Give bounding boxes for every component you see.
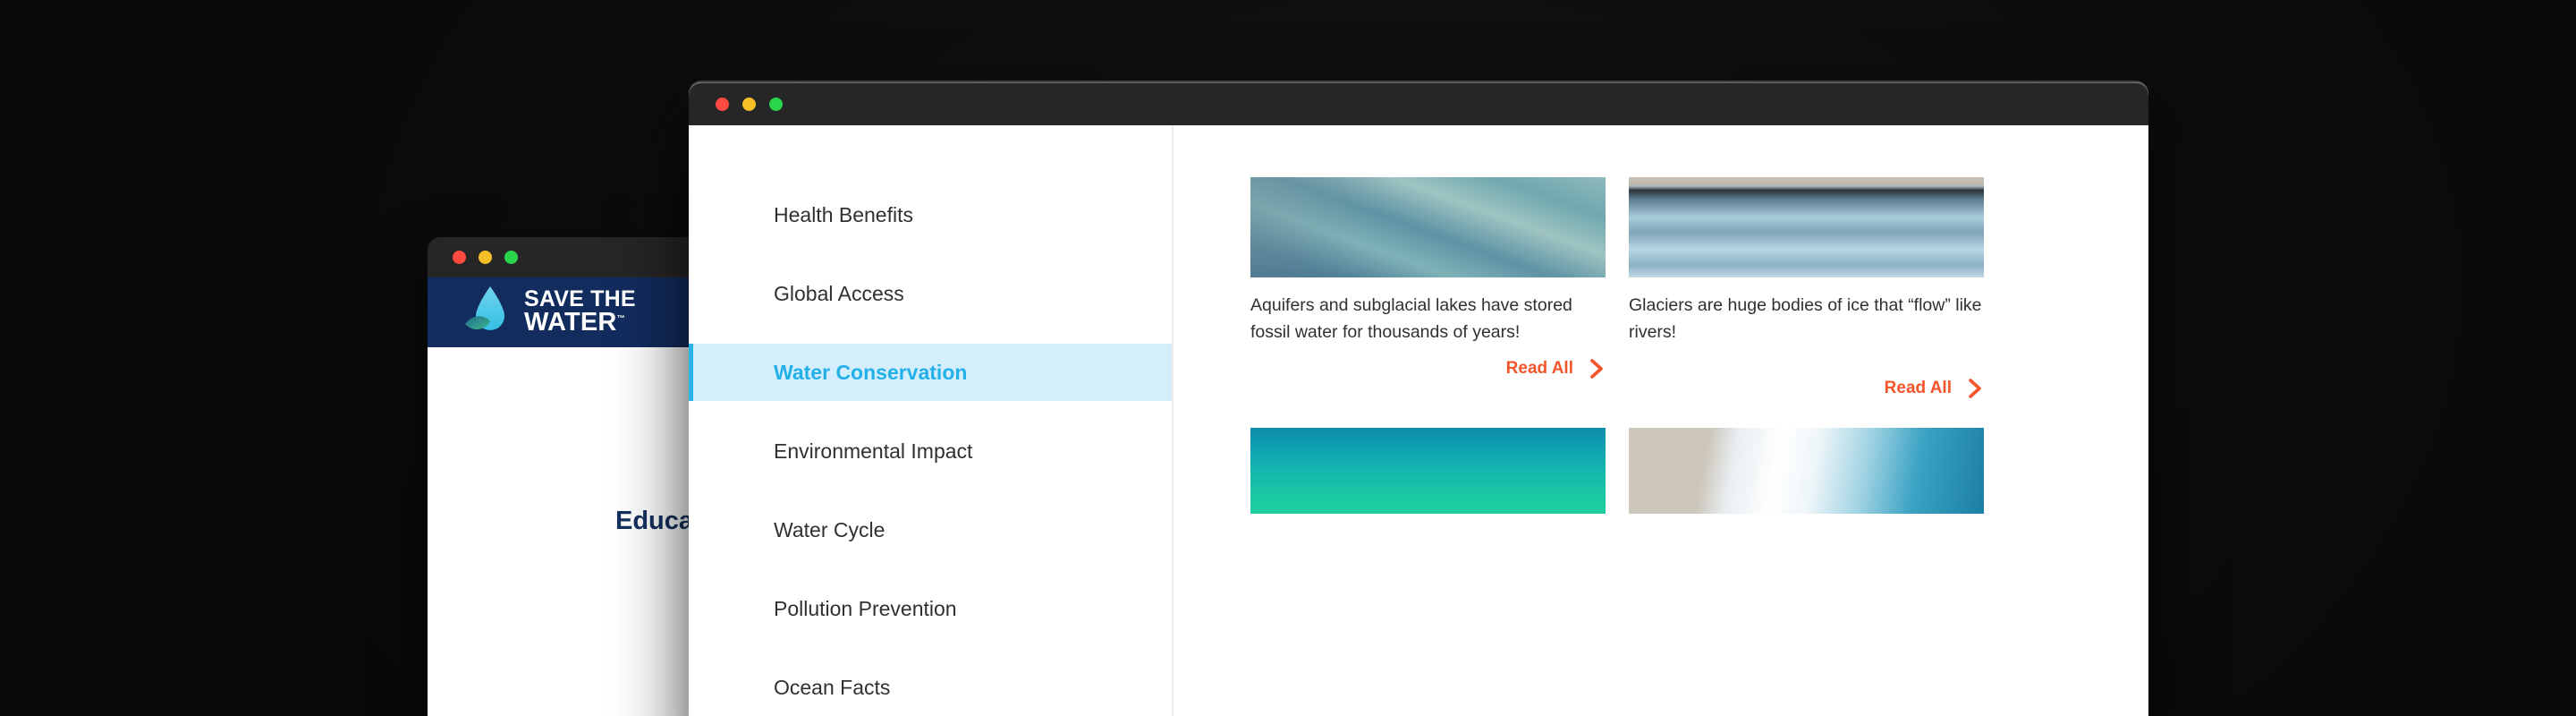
foreground-window-titlebar	[689, 82, 2148, 125]
article-card[interactable]: Aquifers and subglacial lakes have store…	[1250, 177, 1606, 399]
close-button[interactable]	[716, 98, 729, 111]
ocean-wave-on-sand-beach-photo	[1629, 428, 1984, 515]
read-all-label: Read All	[1505, 359, 1573, 379]
sidebar-item-health-benefits[interactable]: Health Benefits	[689, 195, 1172, 234]
close-button[interactable]	[453, 251, 466, 264]
article-card-area: Aquifers and subglacial lakes have store…	[1174, 125, 2148, 716]
article-card[interactable]: Glaciers are huge bodies of ice that “fl…	[1629, 177, 1984, 399]
card-description: Aquifers and subglacial lakes have store…	[1250, 295, 1572, 342]
article-card[interactable]	[1250, 428, 1606, 515]
sidebar-item-label: Health Benefits	[774, 202, 913, 226]
read-all-link[interactable]: Read All	[1250, 358, 1606, 379]
sidebar-item-water-cycle[interactable]: Water Cycle	[689, 510, 1172, 550]
sidebar-item-label: Pollution Prevention	[774, 596, 957, 620]
sidebar-item-label: Ocean Facts	[774, 675, 891, 699]
maximize-button[interactable]	[504, 251, 518, 264]
trademark-symbol: ™	[616, 313, 625, 323]
foreground-window-body: Health Benefits Global Access Water Cons…	[689, 125, 2148, 716]
sidebar-item-label: Global Access	[774, 281, 904, 305]
turquoise-shallow-sea-photo	[1250, 428, 1606, 515]
sidebar-item-label: Water Conservation	[774, 360, 968, 384]
card-description: Glaciers are huge bodies of ice that “fl…	[1629, 295, 1982, 342]
card-grid: Aquifers and subglacial lakes have store…	[1250, 177, 2148, 515]
minimize-button[interactable]	[479, 251, 492, 264]
sidebar-item-label: Water Cycle	[774, 517, 886, 541]
sidebar-item-ocean-facts[interactable]: Ocean Facts	[689, 668, 1172, 707]
brand-line-2: WATER™	[524, 308, 625, 337]
minimize-button[interactable]	[742, 98, 756, 111]
read-all-label: Read All	[1884, 379, 1952, 398]
sidebar-item-pollution-prevention[interactable]: Pollution Prevention	[689, 589, 1172, 628]
chevron-right-icon	[1590, 359, 1603, 379]
maximize-button[interactable]	[769, 98, 783, 111]
category-sidebar: Health Benefits Global Access Water Cons…	[689, 125, 1174, 716]
article-card[interactable]	[1629, 428, 1984, 515]
screen-background: SAVE THE WATER™ Education Health Benefit…	[0, 0, 2576, 716]
water-droplet-logo-icon	[463, 285, 513, 340]
read-all-link[interactable]: Read All	[1629, 378, 1984, 399]
sidebar-item-water-conservation[interactable]: Water Conservation	[689, 344, 1172, 401]
waterfall-rapids-photo	[1250, 177, 1606, 277]
snow-covered-glacier-rocks-photo	[1629, 177, 1984, 277]
brand-wordmark: SAVE THE WATER™	[524, 288, 636, 337]
sidebar-item-global-access[interactable]: Global Access	[689, 274, 1172, 313]
sidebar-item-environmental-impact[interactable]: Environmental Impact	[689, 431, 1172, 471]
foreground-browser-window[interactable]: Health Benefits Global Access Water Cons…	[689, 82, 2148, 716]
chevron-right-icon	[1969, 379, 1981, 399]
sidebar-item-label: Environmental Impact	[774, 439, 973, 463]
